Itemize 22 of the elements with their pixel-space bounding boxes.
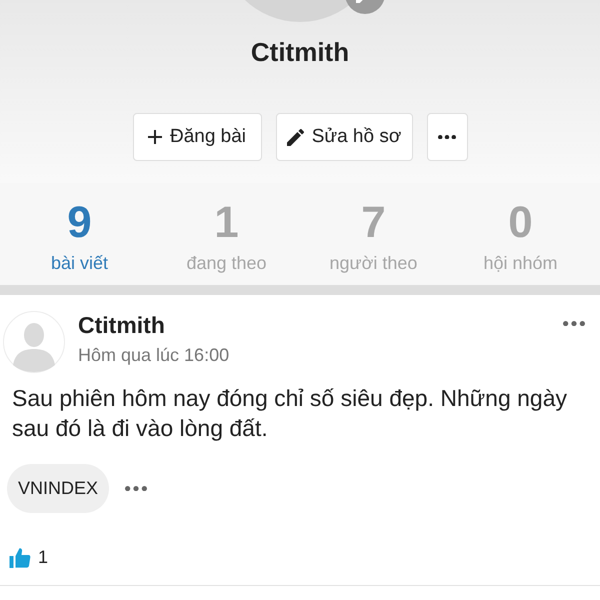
- profile-name: Ctitmith: [250, 36, 350, 68]
- plus-icon: [148, 130, 162, 144]
- more-icon: [563, 321, 585, 326]
- post-body: Sau phiên hôm nay đóng chỉ số siêu đẹp. Những ngày sau đó là đi vào lòng đất.: [11, 384, 568, 443]
- stat-tab[interactable]: 7 người theo: [300, 183, 447, 285]
- stat-tab[interactable]: 9 bài viết: [6, 183, 153, 285]
- more-icon: [438, 134, 456, 140]
- post-more-button[interactable]: [561, 319, 587, 328]
- more-icon: [125, 486, 148, 492]
- pencil-icon: [286, 128, 304, 146]
- stat-tab[interactable]: 0 hội nhóm: [447, 183, 594, 285]
- edit-profile-button[interactable]: Sửa hồ sơ: [276, 113, 412, 161]
- tag-more-button[interactable]: [123, 484, 150, 494]
- post-author: Ctitmith: [78, 311, 166, 339]
- like-count: 1: [38, 546, 48, 569]
- avatar-silhouette-icon: [3, 311, 65, 373]
- thumbs-up-icon[interactable]: [9, 548, 31, 568]
- stat-tab[interactable]: 1 đang theo: [153, 183, 300, 285]
- new-post-button[interactable]: Đăng bài: [132, 113, 262, 161]
- more-button[interactable]: [426, 113, 468, 161]
- post-time: Hôm qua lúc 16:00: [78, 344, 230, 367]
- tag-chip[interactable]: VNINDEX: [7, 464, 110, 513]
